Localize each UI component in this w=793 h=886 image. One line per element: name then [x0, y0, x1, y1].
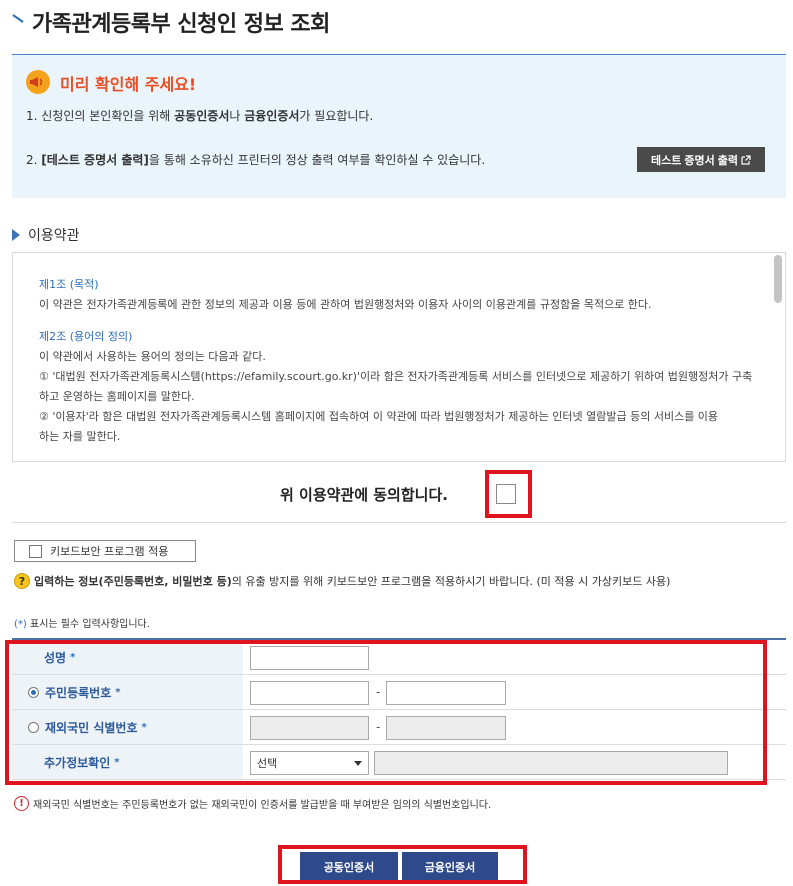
terms-section-label: 이용약관	[28, 228, 80, 244]
terms-article-heading: 제1조 (목적)	[39, 278, 99, 291]
highlight-cert-buttons	[278, 845, 527, 884]
divider	[12, 522, 786, 523]
terms-content: 제1조 (목적) 이 약관은 전자가족관계등록에 관한 정보의 제공과 이용 등…	[39, 275, 775, 447]
question-icon: ?	[14, 573, 30, 589]
keyboard-security-button[interactable]: 키보드보안 프로그램 적용	[14, 540, 196, 562]
page-title: 가족관계등록부 신청인 정보 조회	[32, 12, 330, 37]
highlight-form-box	[5, 640, 767, 785]
keyboard-info: ? 입력하는 정보(주민등록번호, 비밀번호 등)의 유출 방지를 위해 키보드…	[14, 573, 670, 589]
agree-label: 위 이용약관에 동의합니다.	[280, 486, 448, 504]
required-note-text: 표시는 필수 입력사항입니다.	[26, 619, 150, 630]
terms-scroll-box[interactable]: 제1조 (목적) 이 약관은 전자가족관계등록에 관한 정보의 제공과 이용 등…	[12, 252, 786, 462]
highlight-agree-box	[485, 470, 532, 518]
terms-scrollbar-thumb[interactable]	[774, 255, 782, 303]
terms-section-title: 이용약관	[12, 225, 80, 245]
terms-line: 이 약관은 전자가족관계등록에 관한 정보의 제공과 이용 등에 관하여 법원행…	[39, 298, 652, 311]
required-note-star: (*)	[14, 619, 27, 630]
external-link-icon	[741, 154, 751, 165]
exclamation-icon: !	[14, 796, 29, 811]
terms-line: 하는 자를 말한다.	[39, 430, 121, 443]
page-header: 가족관계등록부 신청인 정보 조회	[0, 0, 793, 46]
terms-line: 하고 운영하는 홈페이지를 말한다.	[39, 390, 195, 403]
test-certificate-print-button[interactable]: 테스트 증명서 출력	[637, 147, 765, 172]
keyboard-info-text: 입력하는 정보(주민등록번호, 비밀번호 등)의 유출 방지를 위해 키보드보안…	[34, 575, 671, 588]
warning-text: 재외국민 식별번호는 주민등록번호가 없는 재외국민이 인증서를 발급받을 때 …	[33, 800, 492, 811]
agree-row: 위 이용약관에 동의합니다.	[0, 470, 793, 520]
notice-box: 미리 확인해 주세요! 1. 신청인의 본인확인을 위해 공동인증서나 금융인증…	[12, 54, 786, 198]
terms-line: ① '대법원 전자가족관계등록시스템(https://efamily.scour…	[39, 370, 753, 383]
required-note: (*) 표시는 필수 입력사항입니다.	[14, 615, 150, 630]
notice-line-2: 2. [테스트 증명서 출력]을 통해 소유하신 프린터의 정상 출력 여부를 …	[26, 153, 486, 167]
title-slash-icon	[12, 14, 24, 23]
notice-title: 미리 확인해 주세요!	[60, 75, 197, 94]
section-arrow-icon	[12, 229, 20, 241]
keyboard-security-checkbox[interactable]	[29, 544, 42, 558]
megaphone-icon	[26, 70, 50, 94]
keyboard-security-label: 키보드보안 프로그램 적용	[50, 545, 169, 558]
foreign-id-warning: ! 재외국민 식별번호는 주민등록번호가 없는 재외국민이 인증서를 발급받을 …	[14, 796, 491, 811]
terms-article-heading: 제2조 (용어의 정의)	[39, 330, 133, 343]
notice-line-1: 1. 신청인의 본인확인을 위해 공동인증서나 금융인증서가 필요합니다.	[26, 109, 374, 123]
terms-line: 이 약관에서 사용하는 용어의 정의는 다음과 같다.	[39, 350, 266, 363]
test-button-label: 테스트 증명서 출력	[650, 154, 739, 167]
terms-line: ② '이용자'라 함은 대법원 전자가족관계등록시스템 홈페이지에 접속하여 이…	[39, 410, 719, 423]
